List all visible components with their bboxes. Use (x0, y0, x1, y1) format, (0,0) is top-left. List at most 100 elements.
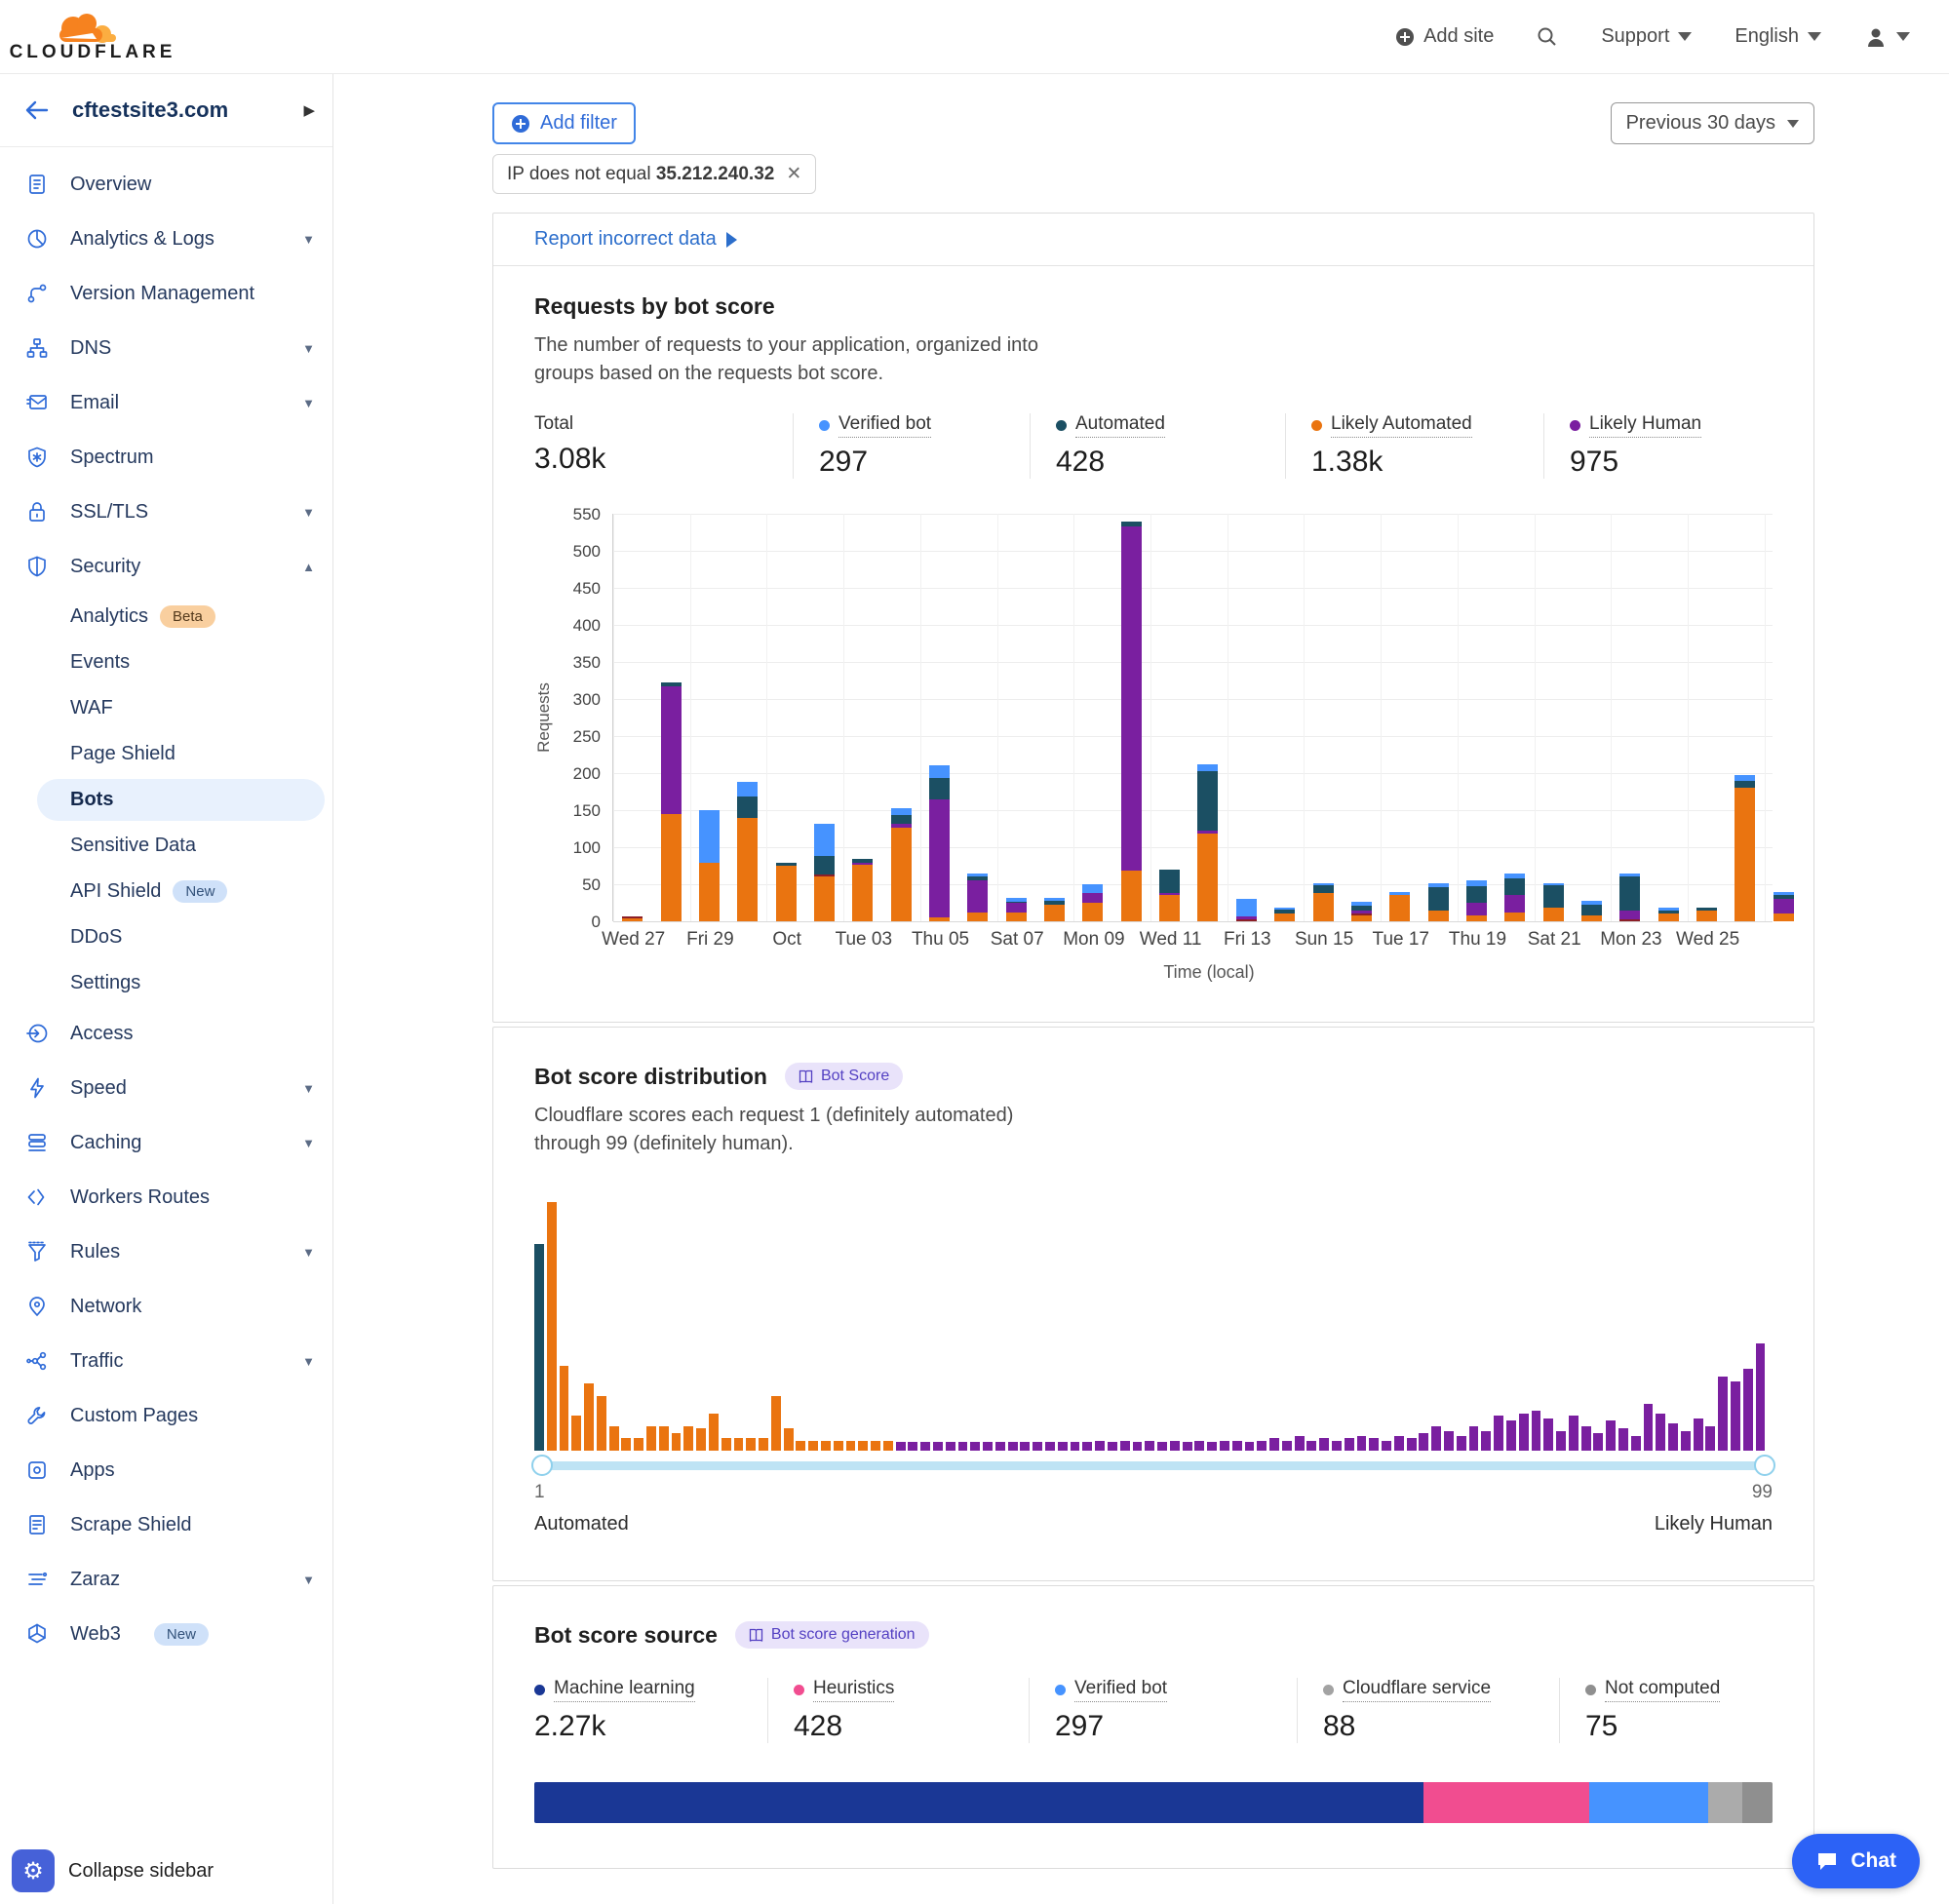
slider-handle-min[interactable] (531, 1455, 553, 1476)
sidebar-item-zaraz[interactable]: Zaraz▼ (0, 1552, 332, 1607)
filter-chip[interactable]: IP does not equal 35.212.240.32 ✕ (492, 154, 816, 194)
histogram-bar-score-57 (1232, 1441, 1242, 1451)
sidebar-item-rules[interactable]: Rules▼ (0, 1224, 332, 1279)
sidebar-item-apps[interactable]: Apps (0, 1443, 332, 1497)
x-tick-tue-03: Tue 03 (836, 929, 892, 951)
source-card: Bot score source Bot score generation Ma… (492, 1585, 1814, 1869)
slider-track[interactable] (534, 1461, 1773, 1470)
language-menu[interactable]: English (1735, 25, 1821, 48)
sidebar-item-network[interactable]: Network (0, 1279, 332, 1334)
x-tick-wed-25: Wed 25 (1676, 929, 1739, 951)
sidebar-item-web3[interactable]: Web3New (0, 1607, 332, 1661)
histogram-bar-score-80 (1519, 1414, 1529, 1451)
bot-score-badge[interactable]: Bot Score (785, 1063, 903, 1090)
collapse-sidebar-button[interactable]: Collapse sidebar (68, 1860, 214, 1883)
x-tick-mon-23: Mon 23 (1600, 929, 1661, 951)
segment-automated (1543, 885, 1564, 909)
chevron-right-icon[interactable]: ▶ (303, 101, 315, 119)
histogram-bar-score-46 (1095, 1441, 1105, 1451)
segment-likely_automated (1543, 908, 1564, 921)
slider-min-value: 1 (534, 1482, 545, 1503)
sidebar-item-overview[interactable]: Overview (0, 157, 332, 212)
sidebar-item-api-shield[interactable]: API ShieldNew (37, 869, 325, 914)
slider-handle-max[interactable] (1754, 1455, 1775, 1476)
x-tick-mon-09: Mon 09 (1063, 929, 1124, 951)
histogram-bar-score-56 (1220, 1441, 1229, 1451)
distribution-description: Cloudflare scores each request 1 (defini… (534, 1102, 1334, 1158)
histogram-bar-score-33 (933, 1442, 943, 1451)
requests-bar-11 (1044, 898, 1065, 921)
sidebar-item-security[interactable]: Security▲ (0, 539, 332, 594)
spectrum-icon (25, 446, 49, 469)
sidebar-item-events[interactable]: Events (37, 640, 325, 685)
segment-likely_automated (1774, 913, 1794, 921)
plus-circle-icon (511, 114, 530, 134)
bot-score-generation-badge[interactable]: Bot score generation (735, 1621, 929, 1649)
cloudflare-logo[interactable]: CLOUDFLARE (19, 11, 166, 63)
segment-likely_automated (1159, 895, 1180, 921)
histogram-bar-score-42 (1045, 1442, 1055, 1451)
requests-bar-fri-13 (1236, 899, 1257, 921)
segment-likely_automated (891, 828, 912, 921)
sidebar-item-ddos[interactable]: DDoS (37, 914, 325, 960)
time-range-dropdown[interactable]: Previous 30 days (1611, 102, 1814, 144)
histogram-bar-score-11 (659, 1426, 669, 1452)
stat-label: Machine learning (554, 1678, 695, 1702)
sidebar-item-custom-pages[interactable]: Custom Pages (0, 1388, 332, 1443)
account-menu[interactable] (1864, 25, 1910, 49)
sidebar-item-analytics[interactable]: AnalyticsBeta (37, 594, 325, 640)
requests-bar-fri-29 (699, 810, 720, 921)
report-incorrect-data-link[interactable]: Report incorrect data (534, 228, 737, 251)
sidebar-item-speed[interactable]: Speed▼ (0, 1061, 332, 1115)
settings-gear-button[interactable]: ⚙ (12, 1849, 55, 1892)
sidebar-item-analytics-logs[interactable]: Analytics & Logs▼ (0, 212, 332, 266)
back-arrow-icon[interactable] (23, 99, 49, 121)
remove-filter-icon[interactable]: ✕ (786, 163, 801, 185)
requests-bar-5 (814, 824, 835, 921)
x-tick-sat-07: Sat 07 (991, 929, 1044, 951)
chevron-right-icon (726, 232, 737, 248)
histogram-bar-score-71 (1407, 1438, 1417, 1451)
sidebar-item-version-management[interactable]: Version Management (0, 266, 332, 321)
sidebar-item-workers-routes[interactable]: Workers Routes (0, 1170, 332, 1224)
sidebar-item-scrape-shield[interactable]: Scrape Shield (0, 1497, 332, 1552)
segment-likely_human (1619, 911, 1640, 920)
segment-likely_automated (1121, 871, 1142, 921)
histogram-bar-score-92 (1668, 1423, 1678, 1451)
sidebar-item-bots[interactable]: Bots (37, 779, 325, 821)
histogram-bar-score-99 (1756, 1343, 1766, 1451)
sidebar-subnav-security: AnalyticsBetaEventsWAFPage ShieldBotsSen… (0, 594, 332, 1006)
sidebar-item-waf[interactable]: WAF (37, 685, 325, 731)
stat-value: 428 (1056, 446, 1266, 479)
sidebar-item-spectrum[interactable]: Spectrum (0, 430, 332, 485)
stat-value: 297 (819, 446, 1010, 479)
sidebar-item-email[interactable]: Email▼ (0, 375, 332, 430)
sidebar-item-dns[interactable]: DNS▼ (0, 321, 332, 375)
support-menu[interactable]: Support (1601, 25, 1692, 48)
search-button[interactable] (1537, 26, 1558, 48)
stat-label: Heuristics (813, 1678, 894, 1702)
requests-bar-21 (1428, 883, 1449, 921)
site-selector[interactable]: cftestsite3.com ▶ (0, 74, 332, 147)
y-tick-350: 350 (573, 653, 601, 673)
sidebar-item-caching[interactable]: Caching▼ (0, 1115, 332, 1170)
sidebar-item-sensitive-data[interactable]: Sensitive Data (37, 823, 325, 869)
filter-value: 35.212.240.32 (656, 164, 775, 184)
analytics-badge: Beta (160, 605, 215, 628)
histogram-bar-score-89 (1631, 1436, 1641, 1451)
sidebar-item-settings[interactable]: Settings (37, 960, 325, 1006)
sidebar-item-page-shield[interactable]: Page Shield (37, 731, 325, 777)
sidebar-item-traffic[interactable]: Traffic▼ (0, 1334, 332, 1388)
gridline (613, 810, 1773, 811)
y-tick-150: 150 (573, 801, 601, 821)
sidebar-item-ssl-tls[interactable]: SSL/TLS▼ (0, 485, 332, 539)
sidebar-item-access[interactable]: Access (0, 1006, 332, 1061)
source-segment-verified-bot (1589, 1782, 1708, 1823)
add-site-button[interactable]: Add site (1395, 25, 1494, 48)
add-filter-button[interactable]: Add filter (492, 102, 636, 144)
histogram-bar-score-1 (534, 1244, 544, 1451)
zaraz-icon (25, 1568, 49, 1591)
heuristics-legend-dot (794, 1685, 804, 1695)
chat-button[interactable]: Chat (1792, 1834, 1920, 1888)
segment-likely_automated (1082, 903, 1103, 921)
